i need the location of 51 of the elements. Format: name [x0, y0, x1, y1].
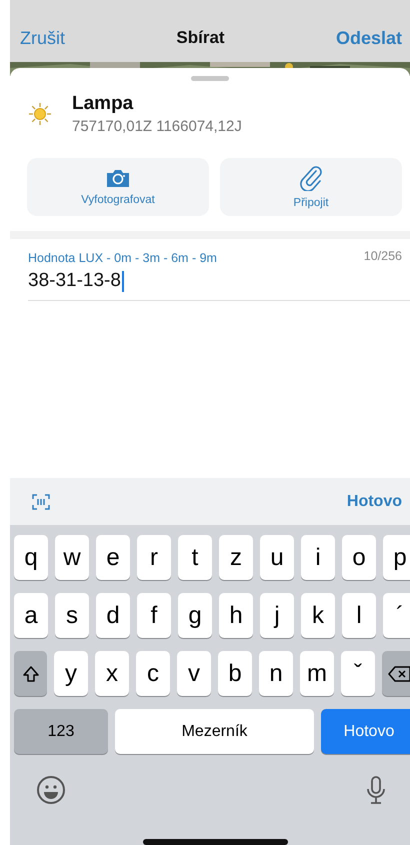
field-label: Hodnota LUX - 0m - 3m - 6m - 9m [28, 251, 217, 265]
space-key[interactable]: Mezerník [115, 709, 314, 754]
keyboard-key[interactable]: a [14, 593, 48, 638]
keyboard-key[interactable]: h [219, 593, 253, 638]
take-photo-button[interactable]: Vyfotografovat [27, 158, 209, 216]
keyboard-key[interactable]: ˇ [341, 651, 375, 696]
feature-coordinates: 757170,01Z 1166074,12J [72, 118, 242, 135]
keyboard-key[interactable]: q [14, 535, 48, 580]
camera-icon [105, 168, 131, 188]
shift-icon [22, 664, 40, 682]
keyboard-key[interactable]: d [96, 593, 130, 638]
screen-title: Sbírat [176, 28, 225, 48]
keyboard-key[interactable]: n [259, 651, 293, 696]
feature-name: Lampa [72, 93, 134, 115]
microphone-icon[interactable] [366, 775, 386, 805]
keyboard-key[interactable]: b [218, 651, 252, 696]
keyboard-key[interactable]: t [178, 535, 212, 580]
keyboard-key[interactable]: v [177, 651, 211, 696]
keyboard-key[interactable]: z [219, 535, 253, 580]
done-button[interactable]: Hotovo [346, 492, 402, 510]
attach-button[interactable]: Připojit [220, 158, 402, 216]
character-counter: 10/256 [364, 249, 402, 263]
keyboard-key[interactable]: m [300, 651, 334, 696]
input-field[interactable]: Hodnota LUX - 0m - 3m - 6m - 9m 10/256 38-31-13-8 [28, 249, 410, 301]
backspace-key[interactable] [382, 651, 410, 696]
paperclip-icon [300, 165, 322, 191]
keyboard-key[interactable]: ´ [383, 593, 410, 638]
keyboard-key[interactable]: y [54, 651, 88, 696]
backspace-icon [388, 664, 410, 682]
keyboard-key[interactable]: g [178, 593, 212, 638]
keyboard-key[interactable]: r [137, 535, 171, 580]
emoji-icon[interactable] [36, 775, 66, 805]
keyboard-key[interactable]: x [95, 651, 129, 696]
keyboard-key[interactable]: l [342, 593, 376, 638]
keyboard-key[interactable]: c [136, 651, 170, 696]
keyboard-key[interactable]: o [342, 535, 376, 580]
keyboard-key[interactable]: s [55, 593, 89, 638]
shift-key[interactable] [14, 651, 47, 696]
keyboard-key[interactable]: u [260, 535, 294, 580]
keyboard-key[interactable]: k [301, 593, 335, 638]
keyboard-key[interactable]: f [137, 593, 171, 638]
keyboard-key[interactable]: e [96, 535, 130, 580]
keyboard-key[interactable]: p [383, 535, 410, 580]
sun-icon [28, 102, 52, 126]
keyboard-key[interactable]: w [55, 535, 89, 580]
barcode-scan-icon[interactable] [32, 492, 50, 510]
keyboard-key[interactable]: i [301, 535, 335, 580]
keyboard-key[interactable]: j [260, 593, 294, 638]
field-value: 38-31-13-8 [28, 270, 121, 292]
numbers-key[interactable]: 123 [14, 709, 108, 754]
done-key[interactable]: Hotovo [321, 709, 410, 754]
